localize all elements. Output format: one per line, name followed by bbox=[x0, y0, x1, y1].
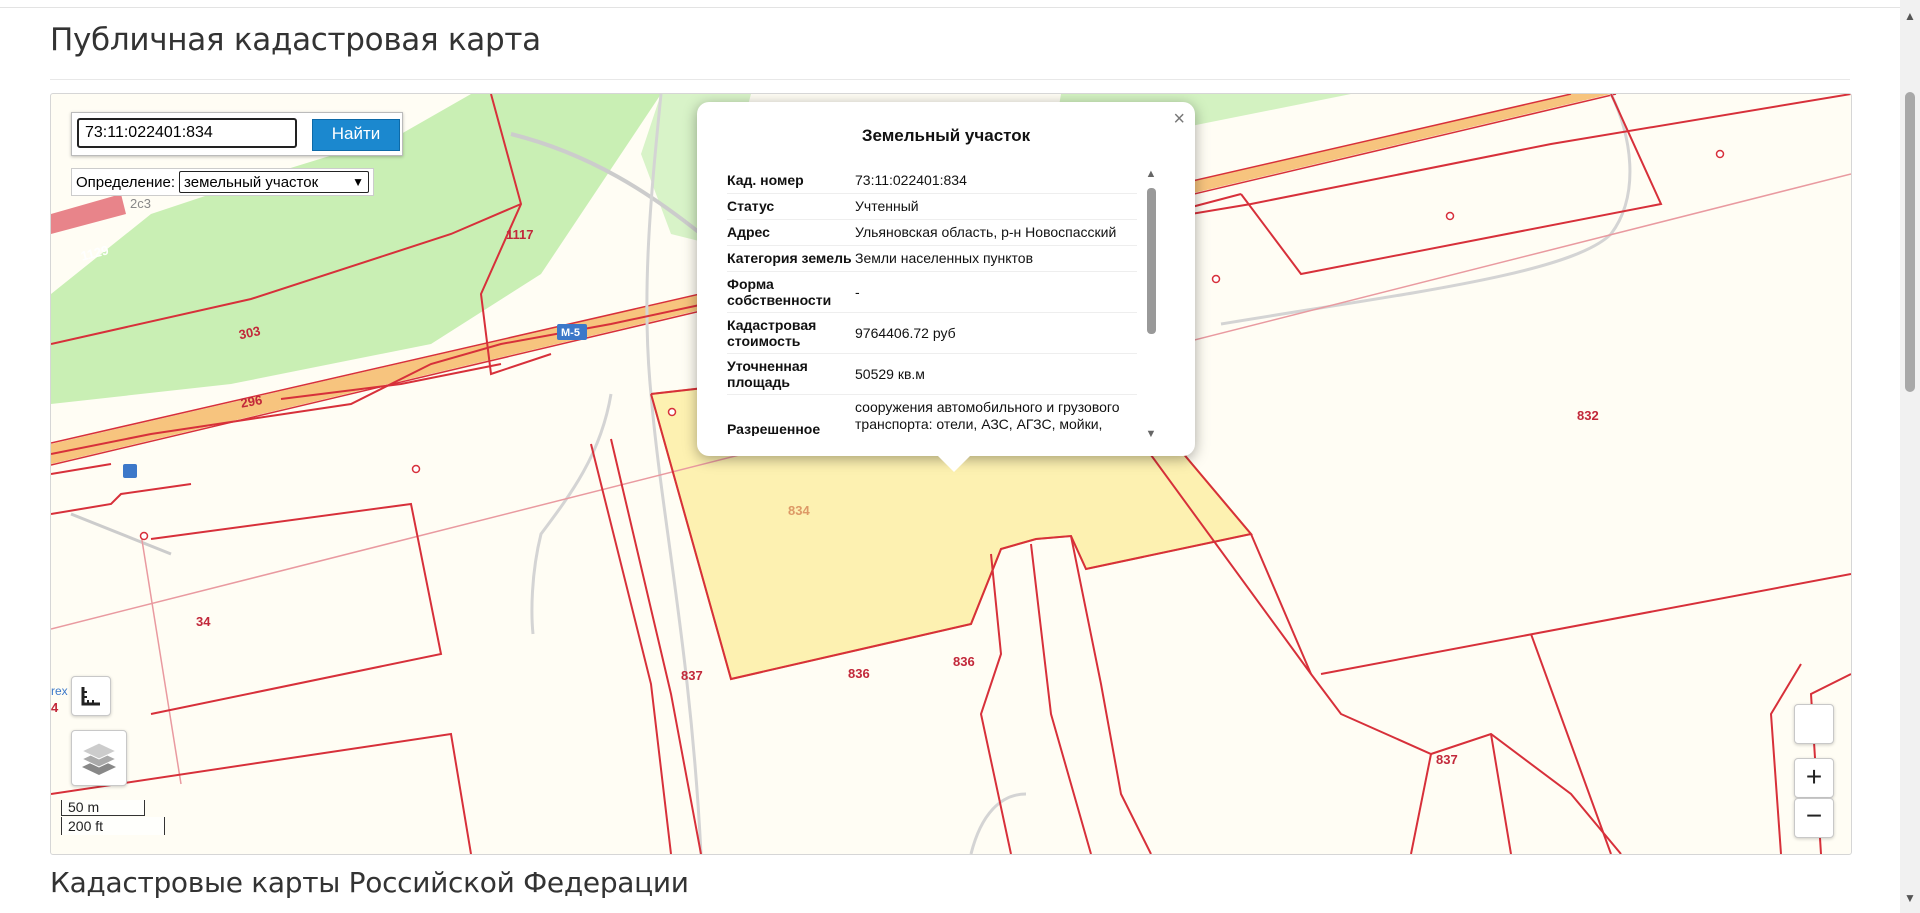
page-scroll-thumb[interactable] bbox=[1905, 92, 1915, 392]
info-value: Земли населенных пунктов bbox=[855, 250, 1034, 266]
info-key: Статус bbox=[727, 198, 775, 214]
map-label: 837 bbox=[1436, 752, 1458, 767]
map-label: rex bbox=[51, 684, 68, 698]
title-divider bbox=[50, 79, 1850, 80]
map-label: 836 bbox=[848, 666, 870, 681]
search-panel: Найти bbox=[71, 112, 403, 156]
info-row: Уточненная площадь 50529 кв.м bbox=[727, 354, 1137, 395]
map-label: 836 bbox=[953, 654, 975, 669]
road-sign-small bbox=[123, 464, 137, 478]
info-value: сооружения автомобильного и грузового тр… bbox=[855, 399, 1120, 436]
info-key: Разрешенное bbox=[727, 421, 821, 436]
info-value: Ульяновская область, р-н Новоспасский bbox=[855, 224, 1117, 240]
scale-imperial: 200 ft bbox=[61, 817, 165, 835]
layers-button[interactable] bbox=[71, 730, 127, 786]
popup-pointer bbox=[938, 456, 970, 472]
info-row: Адрес Ульяновская область, р-н Новоспасск… bbox=[727, 220, 1137, 246]
scroll-up-icon[interactable]: ▲ bbox=[1144, 168, 1158, 180]
info-row: Форма собственности - bbox=[727, 272, 1137, 313]
zoom-in-button[interactable]: + bbox=[1794, 758, 1834, 798]
top-divider bbox=[0, 7, 1900, 8]
info-row: Категория земель Земли населенных пунктов bbox=[727, 246, 1137, 272]
info-row: Кад. номер 73:11:022401:834 bbox=[727, 168, 1137, 194]
page-title: Публичная кадастровая карта bbox=[50, 22, 541, 58]
zoom-out-button[interactable]: − bbox=[1794, 798, 1834, 838]
definition-select[interactable]: земельный участок ▼ bbox=[179, 171, 370, 193]
map-tool-button[interactable] bbox=[1794, 704, 1834, 744]
popup-scrollbar[interactable]: ▲ ▼ bbox=[1144, 168, 1158, 440]
cadastral-map[interactable]: 1093 1129 1117 303 296 34 834 837 836 83… bbox=[50, 93, 1852, 855]
map-label: 4 bbox=[51, 700, 59, 715]
page-scrollbar[interactable]: ▲ ▼ bbox=[1900, 0, 1920, 913]
map-label: 1117 bbox=[506, 227, 534, 242]
find-button[interactable]: Найти bbox=[312, 119, 400, 151]
scroll-up-arrow-icon[interactable]: ▲ bbox=[1900, 6, 1920, 26]
info-value: - bbox=[855, 283, 860, 300]
chevron-down-icon: ▼ bbox=[352, 175, 365, 189]
info-key: Адрес bbox=[727, 224, 770, 240]
layers-icon bbox=[80, 742, 118, 775]
measure-button[interactable] bbox=[71, 676, 111, 716]
info-value: 73:11:022401:834 bbox=[855, 172, 967, 188]
info-key: Кадастровая стоимость bbox=[727, 317, 817, 349]
info-key: Кад. номер bbox=[727, 172, 804, 188]
definition-selected: земельный участок bbox=[184, 173, 319, 191]
popup-title: Земельный участок bbox=[861, 126, 1031, 145]
info-key: Категория земель bbox=[727, 250, 852, 266]
parcel-popup: × Земельный участок Кад. номер 73:11:0224… bbox=[697, 102, 1195, 472]
parcel-1129 bbox=[51, 194, 126, 234]
info-row: Кадастровая стоимость 9764406.72 руб bbox=[727, 313, 1137, 354]
info-value: 50529 кв.м bbox=[855, 365, 925, 382]
road-sign-label: М-5 bbox=[561, 327, 580, 339]
info-key: Форма собственности bbox=[727, 276, 832, 308]
info-key: Уточненная площадь bbox=[727, 358, 808, 390]
map-label: 34 bbox=[196, 614, 211, 629]
scale-metric: 50 m bbox=[61, 800, 145, 816]
map-label: 832 bbox=[1577, 408, 1599, 423]
definition-label: Определение: bbox=[76, 173, 176, 191]
definition-panel: Определение: земельный участок ▼ bbox=[71, 168, 375, 196]
cadastral-number-input[interactable] bbox=[77, 118, 297, 148]
map-label: 834 bbox=[788, 503, 810, 518]
section-title: Кадастровые карты Российской Федерации bbox=[50, 866, 689, 899]
info-value: 9764406.72 руб bbox=[855, 324, 956, 341]
scroll-down-arrow-icon[interactable]: ▼ bbox=[1900, 888, 1920, 908]
scroll-down-icon[interactable]: ▼ bbox=[1144, 428, 1158, 440]
map-label: 837 bbox=[681, 668, 703, 683]
map-label: 2с3 bbox=[130, 196, 151, 211]
info-row: Статус Учтенный bbox=[727, 194, 1137, 220]
scroll-thumb[interactable] bbox=[1147, 188, 1156, 334]
info-value: Учтенный bbox=[855, 198, 919, 214]
popup-info-table: Кад. номер 73:11:022401:834 Статус Учтенны… bbox=[727, 168, 1137, 436]
ruler-icon bbox=[81, 687, 100, 706]
info-row: Разрешенное сооружения автомобильного и г… bbox=[727, 395, 1137, 436]
